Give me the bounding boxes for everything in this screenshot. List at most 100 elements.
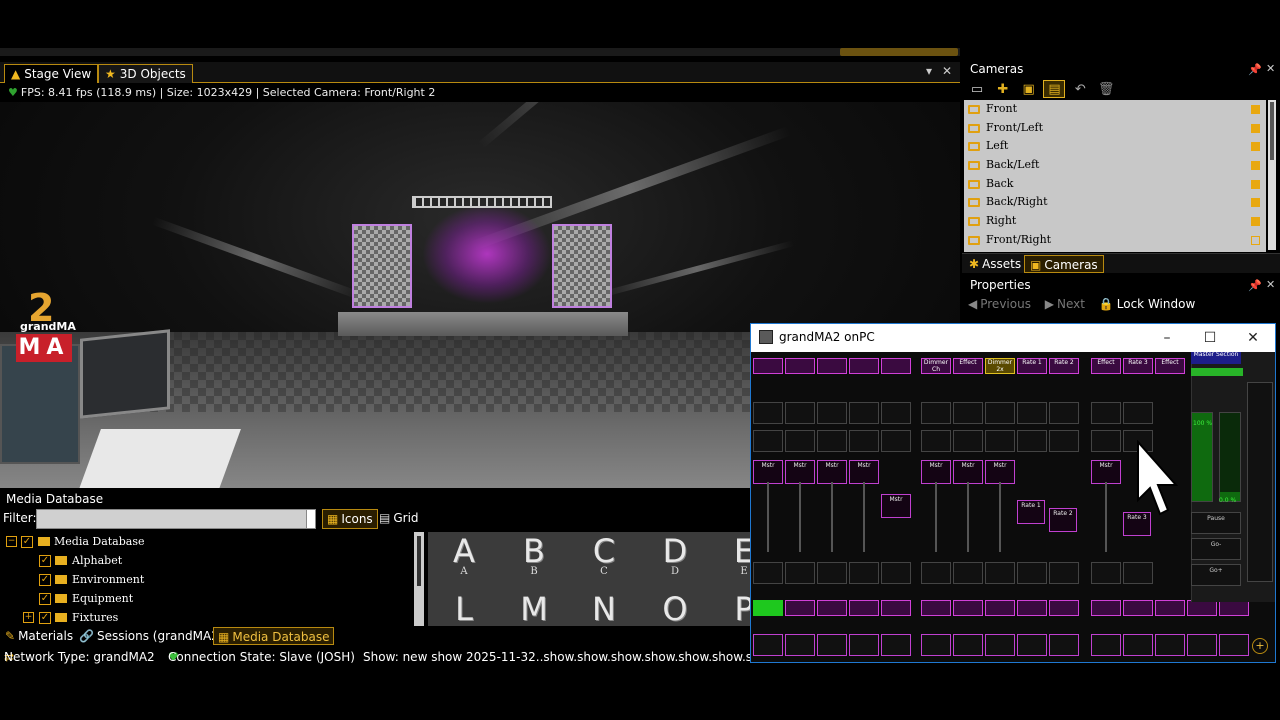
previous-button[interactable]: Previous xyxy=(980,297,1031,311)
checkbox-icon[interactable]: ✓ xyxy=(39,593,51,605)
speed-master-level[interactable] xyxy=(1219,412,1241,502)
tree-item[interactable]: − ✓ Media Database xyxy=(0,532,412,551)
executor-button[interactable] xyxy=(1017,634,1047,656)
executor-button[interactable] xyxy=(881,430,911,452)
executor-label[interactable] xyxy=(785,358,815,374)
executor-label[interactable] xyxy=(1155,600,1185,616)
executor-button[interactable] xyxy=(921,430,951,452)
media-thumbnail[interactable]: DD xyxy=(645,532,705,577)
executor-button[interactable] xyxy=(1049,562,1079,584)
executor-label[interactable] xyxy=(1017,600,1047,616)
collapse-icon[interactable]: − xyxy=(6,536,17,547)
checkbox-icon[interactable]: ✓ xyxy=(39,555,51,567)
master-cell[interactable]: Mstr xyxy=(753,460,783,484)
fader-track[interactable] xyxy=(999,482,1001,552)
undo-icon[interactable]: ↶ xyxy=(1069,81,1091,99)
expand-icon[interactable]: + xyxy=(23,612,34,623)
media-thumbnail[interactable]: N xyxy=(574,590,634,626)
executor-button[interactable] xyxy=(753,562,783,584)
tab-media-database[interactable]: ▦ Media Database xyxy=(213,627,335,645)
executor-button[interactable] xyxy=(849,402,879,424)
executor-button[interactable] xyxy=(1049,402,1079,424)
executor-label[interactable] xyxy=(817,600,847,616)
filter-clear-button[interactable] xyxy=(306,509,316,529)
executor-button[interactable] xyxy=(1017,402,1047,424)
executor-button[interactable] xyxy=(881,634,911,656)
executor-button[interactable] xyxy=(921,562,951,584)
executor-button[interactable] xyxy=(953,562,983,584)
master-cell[interactable]: Mstr xyxy=(785,460,815,484)
executor-button[interactable] xyxy=(817,430,847,452)
tree-item[interactable]: ✓ Alphabet xyxy=(0,551,412,570)
executor-button[interactable] xyxy=(1187,634,1217,656)
grandma2-onpc-window[interactable]: grandMA2 onPC – ☐ ✕ Dimmer Ch Effect Dim… xyxy=(750,323,1276,663)
executor-button[interactable] xyxy=(1091,402,1121,424)
checkbox-icon[interactable]: ✓ xyxy=(39,574,51,586)
close-icon[interactable]: ✕ xyxy=(942,64,952,78)
trash-icon[interactable]: 🗑 xyxy=(1095,81,1117,99)
executor-button[interactable] xyxy=(785,430,815,452)
executor-button[interactable] xyxy=(985,634,1015,656)
executor-button[interactable] xyxy=(753,430,783,452)
scroll-thumb[interactable] xyxy=(1270,102,1274,160)
executor-label[interactable]: Effect xyxy=(953,358,983,374)
fader-track[interactable] xyxy=(831,482,833,552)
fader-track[interactable] xyxy=(799,482,801,552)
tab-assets[interactable]: ✱ Assets xyxy=(964,255,1026,273)
executor-label[interactable]: Rate 2 xyxy=(1049,358,1079,374)
checkbox-icon[interactable]: ✓ xyxy=(39,612,51,624)
executor-button[interactable] xyxy=(849,430,879,452)
icons-view-button[interactable]: ▦ Icons xyxy=(322,509,378,529)
executor-label[interactable] xyxy=(849,600,879,616)
camera-item[interactable]: Left xyxy=(964,137,1266,156)
camera-item[interactable]: Back xyxy=(964,175,1266,194)
media-thumbnail[interactable]: AA xyxy=(434,532,494,577)
executor-button[interactable] xyxy=(1123,562,1153,584)
executor-button[interactable] xyxy=(1091,634,1121,656)
tab-sessions[interactable]: 🔗 Sessions (grandMA2) xyxy=(75,627,228,645)
executor-button[interactable] xyxy=(753,634,783,656)
close-icon[interactable]: ✕ xyxy=(1243,328,1263,348)
master-cell[interactable]: Mstr xyxy=(817,460,847,484)
executor-label[interactable] xyxy=(753,600,783,616)
executor-button[interactable] xyxy=(1219,634,1249,656)
close-icon[interactable]: ✕ xyxy=(1266,278,1275,291)
master-cell[interactable]: Mstr xyxy=(953,460,983,484)
executor-label[interactable] xyxy=(985,600,1015,616)
go-minus-button[interactable]: Go- xyxy=(1191,538,1241,560)
camera-icon[interactable]: ▭ xyxy=(966,81,988,99)
executor-label[interactable] xyxy=(1091,600,1121,616)
executor-label[interactable]: Dimmer Ch xyxy=(921,358,951,374)
view-buttons-column[interactable] xyxy=(1247,382,1273,582)
camera-link-icon[interactable]: ▤ xyxy=(1043,80,1066,98)
pin-icon[interactable]: 📌 xyxy=(1248,63,1262,76)
next-button[interactable]: Next xyxy=(1057,297,1085,311)
executor-button[interactable] xyxy=(849,562,879,584)
executor-label[interactable] xyxy=(1187,600,1217,616)
scroll-thumb[interactable] xyxy=(417,536,421,586)
lock-window-button[interactable]: Lock Window xyxy=(1117,297,1196,311)
executor-button[interactable] xyxy=(1091,430,1121,452)
media-thumbnail[interactable]: M xyxy=(504,590,564,626)
fader-track[interactable] xyxy=(935,482,937,552)
grid-view-button[interactable]: ▤ Grid xyxy=(375,509,423,529)
master-cell[interactable]: Mstr xyxy=(849,460,879,484)
executor-button[interactable] xyxy=(953,634,983,656)
executor-button[interactable] xyxy=(953,430,983,452)
executor-label[interactable] xyxy=(1049,600,1079,616)
tree-item[interactable]: + ✓ Fixtures xyxy=(0,608,412,627)
fader-track[interactable] xyxy=(767,482,769,552)
media-thumbnail[interactable]: EE xyxy=(714,532,752,577)
filter-input[interactable] xyxy=(36,509,308,529)
add-icon[interactable]: + xyxy=(1252,638,1268,654)
media-thumbnail[interactable]: BB xyxy=(504,532,564,577)
go-plus-button[interactable]: Go+ xyxy=(1191,564,1241,586)
media-thumbnail[interactable]: O xyxy=(645,590,705,626)
rate-cell[interactable]: Rate 2 xyxy=(1049,508,1077,532)
chevron-down-icon[interactable]: ▾ xyxy=(926,64,932,78)
fader-track[interactable] xyxy=(863,482,865,552)
executor-button[interactable] xyxy=(785,402,815,424)
executor-button[interactable] xyxy=(1049,634,1079,656)
executor-button[interactable] xyxy=(785,634,815,656)
media-thumbnail[interactable]: P xyxy=(714,590,752,626)
